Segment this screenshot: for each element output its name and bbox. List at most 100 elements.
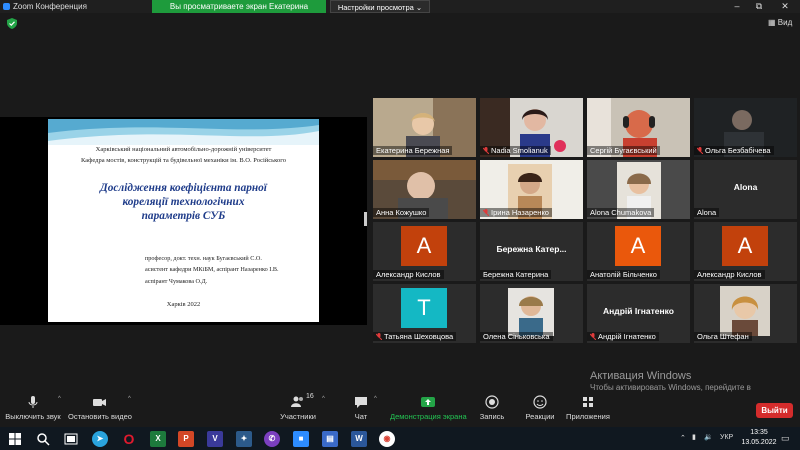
viber-icon[interactable]: ✆ bbox=[264, 431, 280, 447]
chevron-down-icon: ⌄ bbox=[415, 3, 423, 12]
reactions-label: Реакции bbox=[525, 412, 555, 421]
participant-tile[interactable]: A Александр Кислов bbox=[694, 222, 797, 281]
powerpoint-icon[interactable]: P bbox=[178, 431, 194, 447]
participant-name: Ольга Безбабічева bbox=[694, 146, 774, 155]
slide-title-line3: параметрів СУБ bbox=[141, 210, 226, 222]
participant-name: Сергій Бугаєвський bbox=[587, 146, 660, 155]
windows-taskbar: ➤ O X P V ✦ ✆ ■ ▤ W ◉ ⌃ ▮ 🔉 УКР 13:35 13… bbox=[0, 427, 800, 450]
windows-start-icon[interactable] bbox=[7, 431, 23, 447]
slide-city-year: Харків 2022 bbox=[166, 301, 201, 308]
stop-video-label: Остановить видео bbox=[68, 412, 132, 421]
zoom-taskbar-icon[interactable]: ■ bbox=[293, 431, 309, 447]
slide-author-3: аспірант Чумакова О.Д. bbox=[145, 278, 208, 285]
participant-name: Олена Сіньковська bbox=[480, 332, 553, 341]
splitter-handle[interactable] bbox=[364, 212, 367, 226]
share-screen-button[interactable]: Демонстрация экрана bbox=[390, 394, 467, 421]
participant-name: Ірина Назаренко bbox=[480, 208, 552, 217]
participants-button[interactable]: Участники 16 ^ bbox=[278, 393, 325, 421]
mute-button[interactable]: Выключить звук ^ bbox=[4, 394, 62, 421]
caret-up-icon[interactable]: ^ bbox=[322, 396, 325, 402]
network-icon[interactable]: ▮ bbox=[692, 433, 696, 441]
participant-name: Екатерина Бережная bbox=[373, 146, 453, 155]
shield-icon[interactable] bbox=[7, 18, 17, 29]
participant-tile[interactable]: Андрій Ігнатенко Андрій Ігнатенко bbox=[587, 284, 690, 343]
participant-avatar: A bbox=[615, 226, 661, 266]
minimize-icon[interactable]: – bbox=[728, 0, 746, 13]
participant-name: Анна Кожушко bbox=[373, 208, 430, 217]
caret-up-icon[interactable]: ^ bbox=[374, 396, 377, 402]
stop-video-button[interactable]: Остановить видео ^ bbox=[68, 394, 132, 421]
participant-name: Александр Кислов bbox=[373, 270, 444, 279]
chat-button[interactable]: Чат ^ bbox=[350, 394, 377, 421]
keyboard-language[interactable]: УКР bbox=[720, 434, 733, 441]
search-icon[interactable] bbox=[35, 431, 51, 447]
participant-tile[interactable]: Ірина Назаренко bbox=[480, 160, 583, 219]
mic-muted-icon bbox=[376, 333, 382, 340]
participant-name: Татьяна Шеховцова bbox=[373, 332, 457, 341]
participant-tile[interactable]: A Анатолій Більченко bbox=[587, 222, 690, 281]
participant-tile[interactable]: Бережна Катер... Бережна Катерина bbox=[480, 222, 583, 281]
view-button[interactable]: ▦ Вид bbox=[768, 18, 792, 27]
reactions-button[interactable]: Реакции bbox=[524, 394, 556, 421]
mute-label: Выключить звук bbox=[5, 412, 61, 421]
slide-author-1: професор, докт. техн. наук Бугаєвський С… bbox=[145, 255, 262, 262]
participant-tile[interactable]: Alona Chumakova bbox=[587, 160, 690, 219]
chevron-up-icon[interactable]: ⌃ bbox=[680, 434, 686, 442]
volume-icon[interactable]: 🔉 bbox=[704, 433, 713, 441]
caret-up-icon[interactable]: ^ bbox=[58, 396, 61, 402]
participant-name: Андрій Ігнатенко bbox=[587, 332, 659, 341]
participant-name: Ольга Штефан bbox=[694, 332, 752, 341]
word-icon[interactable]: W bbox=[351, 431, 367, 447]
system-clock[interactable]: 13:35 13.05.2022 bbox=[741, 428, 777, 448]
participant-avatar: A bbox=[722, 226, 768, 266]
chat-label: Чат bbox=[354, 412, 368, 421]
caret-up-icon[interactable]: ^ bbox=[128, 396, 131, 402]
participant-tile-active-speaker[interactable]: Сергій Бугаєвський bbox=[587, 98, 690, 157]
view-settings-label: Настройки просмотра bbox=[337, 3, 414, 12]
participants-count: 16 bbox=[306, 393, 314, 400]
record-button[interactable]: Запись bbox=[476, 394, 508, 421]
view-button-label: Вид bbox=[777, 18, 793, 27]
files-icon[interactable]: ▤ bbox=[322, 431, 338, 447]
participant-name: Бережна Катерина bbox=[480, 270, 552, 279]
mic-muted-icon bbox=[697, 147, 703, 154]
slide-header-wave bbox=[48, 119, 319, 145]
participant-tile[interactable]: Nadia Smolianuk bbox=[480, 98, 583, 157]
opera-icon[interactable]: O bbox=[121, 431, 137, 447]
participant-tile[interactable]: Анна Кожушко bbox=[373, 160, 476, 219]
zoom-logo-icon bbox=[3, 3, 10, 10]
participant-avatar: T bbox=[401, 288, 447, 328]
participants-label: Участники bbox=[280, 412, 316, 421]
close-icon[interactable]: ✕ bbox=[776, 0, 794, 13]
task-view-icon[interactable] bbox=[63, 431, 79, 447]
participant-name: Анатолій Більченко bbox=[587, 270, 660, 279]
presentation-slide: Харківський національний автомобільно-до… bbox=[48, 119, 319, 322]
excel-icon[interactable]: X bbox=[150, 431, 166, 447]
visio-icon[interactable]: V bbox=[207, 431, 223, 447]
notifications-icon[interactable]: ▭ bbox=[781, 433, 790, 444]
participant-name: Александр Кислов bbox=[694, 270, 765, 279]
window-title: Zoom Конференция bbox=[13, 2, 87, 11]
app-icon[interactable]: ✦ bbox=[236, 431, 252, 447]
participant-tile[interactable]: Alona Alona bbox=[694, 160, 797, 219]
activation-title: Активация Windows bbox=[590, 370, 692, 382]
telegram-icon[interactable]: ➤ bbox=[92, 431, 108, 447]
view-settings-button[interactable]: Настройки просмотра ⌄ bbox=[330, 0, 430, 13]
slide-author-2: асистент кафедри МКіБМ, аспірант Назарен… bbox=[145, 266, 279, 273]
maximize-icon[interactable]: ⧉ bbox=[750, 0, 768, 13]
participant-tile[interactable]: Екатерина Бережная bbox=[373, 98, 476, 157]
participant-tile[interactable]: Ольга Штефан bbox=[694, 284, 797, 343]
chrome-icon[interactable]: ◉ bbox=[379, 431, 395, 447]
participant-tile[interactable]: A Александр Кислов bbox=[373, 222, 476, 281]
clock-time: 13:35 bbox=[750, 429, 768, 436]
participant-tile[interactable]: Ольга Безбабічева bbox=[694, 98, 797, 157]
leave-button[interactable]: Выйти bbox=[756, 403, 793, 418]
slide-university: Харківський національний автомобільно-до… bbox=[95, 146, 272, 153]
slide-title-line1: Дослідження коефіцієнта парної bbox=[100, 182, 267, 194]
chat-icon bbox=[355, 397, 367, 408]
participant-tile[interactable]: T Татьяна Шеховцова bbox=[373, 284, 476, 343]
participant-name-display: Alona bbox=[733, 182, 758, 192]
participant-tile[interactable]: Олена Сіньковська bbox=[480, 284, 583, 343]
apps-label: Приложения bbox=[566, 412, 610, 421]
apps-button[interactable]: Приложения bbox=[566, 394, 610, 421]
